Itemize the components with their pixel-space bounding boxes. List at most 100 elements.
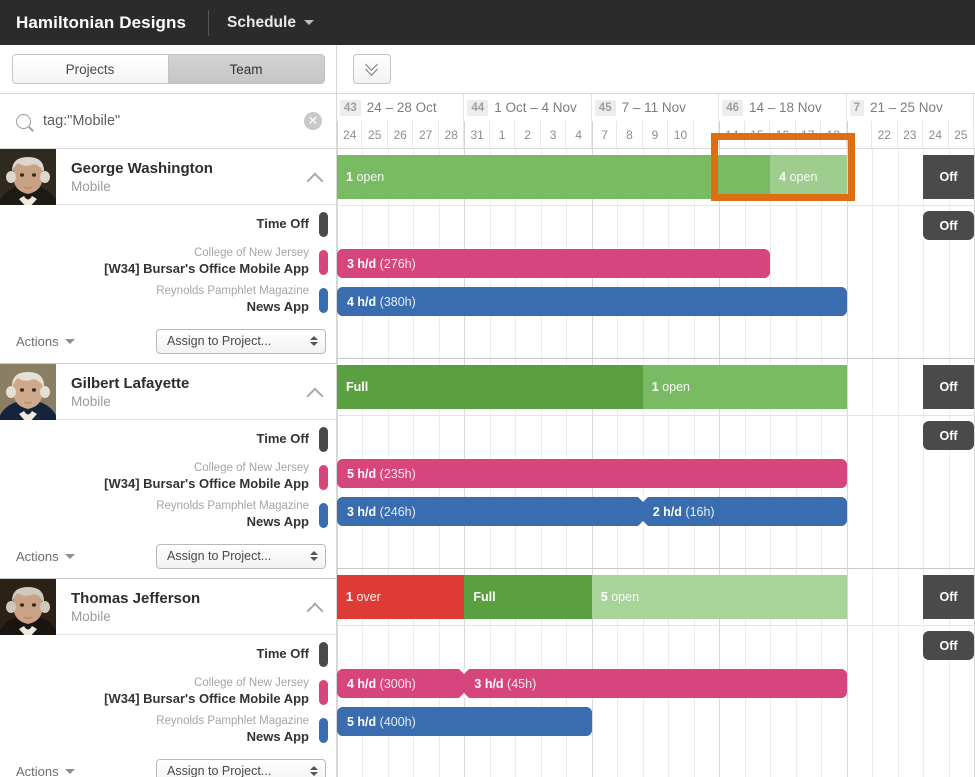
day-header-cell[interactable]: 24	[337, 121, 362, 148]
project-row[interactable]: Reynolds Pamphlet Magazine News App	[0, 711, 336, 749]
capacity-label: 4 open	[770, 170, 817, 184]
schedule-app: Hamiltonian Designs Schedule Projects Te…	[0, 0, 975, 777]
clear-icon[interactable]: ✕	[304, 112, 322, 130]
day-header-cell[interactable]: 22	[872, 121, 897, 148]
assign-to-project-select[interactable]: Assign to Project...	[156, 759, 326, 777]
day-header-cell[interactable]: 23	[898, 121, 923, 148]
time-off-chip[interactable]: Off	[923, 421, 974, 450]
chevron-up-icon[interactable]	[309, 601, 322, 614]
time-off-row[interactable]: Time Off	[0, 420, 336, 458]
person-block: Gilbert Lafayette Mobile Time OffCollege…	[0, 364, 336, 579]
search-input[interactable]	[43, 113, 304, 129]
time-off-chip[interactable]: Off	[923, 211, 974, 240]
stepper-arrows-icon	[310, 766, 318, 776]
person-role: Mobile	[71, 179, 213, 194]
segment-notch-icon	[459, 669, 469, 674]
expand-all-button[interactable]	[353, 54, 391, 84]
assignment-rate: 3 h/d	[474, 677, 503, 691]
day-header-cell[interactable]: 3	[541, 121, 566, 148]
time-off-row[interactable]: Time Off	[0, 205, 336, 243]
week-header-cell[interactable]: 43 24 – 28 Oct	[337, 94, 464, 121]
assignment-bar[interactable]: 3 h/d (276h)	[337, 249, 770, 278]
assign-to-project-select[interactable]: Assign to Project...	[156, 544, 326, 569]
person-header[interactable]: Thomas Jefferson Mobile	[0, 579, 336, 635]
day-header-cell[interactable]: 7	[592, 121, 617, 148]
time-off-chip[interactable]: Off	[923, 631, 974, 660]
capacity-off-block[interactable]: Off	[923, 365, 974, 409]
assignment-rate: 3 h/d	[347, 257, 376, 271]
week-header-cell[interactable]: 44 1 Oct – 4 Nov	[464, 94, 591, 121]
person-header[interactable]: Gilbert Lafayette Mobile	[0, 364, 336, 420]
day-header-cell[interactable]: 1	[490, 121, 515, 148]
assignment-bar[interactable]: 4 h/d (300h) 3 h/d (45h)	[337, 669, 847, 698]
assignment-segment: 3 h/d (276h)	[337, 249, 770, 278]
capacity-segment: 1 over	[337, 575, 464, 619]
day-header-cell[interactable]	[694, 121, 719, 148]
day-header-cell[interactable]: 9	[643, 121, 668, 148]
project-row[interactable]: College of New Jersey [W34] Bursar's Off…	[0, 458, 336, 496]
chevron-down-icon	[65, 769, 75, 774]
day-header-cell[interactable]: 25	[949, 121, 974, 148]
capacity-bar[interactable]: 1 over Full 5 open	[337, 575, 847, 619]
day-header-cell[interactable]: 31	[464, 121, 489, 148]
assignment-bar[interactable]: 5 h/d (235h)	[337, 459, 847, 488]
day-header-cell[interactable]: 15	[745, 121, 770, 148]
week-header-cell[interactable]: 7 21 – 25 Nov	[847, 94, 974, 121]
project-color-swatch	[319, 427, 328, 452]
assignment-total: (246h)	[380, 505, 416, 519]
assign-to-project-select[interactable]: Assign to Project...	[156, 329, 326, 354]
week-header-cell[interactable]: 45 7 – 11 Nov	[592, 94, 719, 121]
chevron-up-icon[interactable]	[309, 171, 322, 184]
tab-projects[interactable]: Projects	[13, 55, 168, 83]
chevron-up-icon[interactable]	[309, 386, 322, 399]
person-identity: Thomas Jefferson Mobile	[71, 590, 200, 624]
assignment-bar[interactable]: 4 h/d (380h)	[337, 287, 847, 316]
project-color-swatch	[319, 718, 328, 743]
actions-menu[interactable]: Actions	[16, 764, 75, 777]
assignment-rate: 4 h/d	[347, 295, 376, 309]
project-row[interactable]: Reynolds Pamphlet Magazine News App	[0, 496, 336, 534]
gridline	[872, 569, 873, 777]
assignment-rate: 2 h/d	[653, 505, 682, 519]
project-client: Reynolds Pamphlet Magazine	[156, 715, 309, 728]
day-header-cell[interactable]: 16	[770, 121, 795, 148]
search-icon	[16, 114, 31, 129]
day-header-cell[interactable]: 18	[821, 121, 846, 148]
assign-to-project-label: Assign to Project...	[167, 334, 271, 348]
assignment-segment: 4 h/d (300h)	[337, 669, 464, 698]
capacity-bar[interactable]: Full 1 open	[337, 365, 847, 409]
assignment-rate: 5 h/d	[347, 715, 376, 729]
day-header-cell[interactable]: 14	[719, 121, 744, 148]
project-row[interactable]: Reynolds Pamphlet Magazine News App	[0, 281, 336, 319]
person-header[interactable]: George Washington Mobile	[0, 149, 336, 205]
capacity-off-block[interactable]: Off	[923, 575, 974, 619]
project-color-swatch	[319, 288, 328, 313]
tab-team[interactable]: Team	[168, 55, 324, 83]
assignment-bar[interactable]: 5 h/d (400h)	[337, 707, 592, 736]
project-labels: Reynolds Pamphlet Magazine News App	[156, 715, 319, 744]
actions-menu[interactable]: Actions	[16, 334, 75, 349]
day-header-cell[interactable]: 2	[515, 121, 540, 148]
week-header-cell[interactable]: 46 14 – 18 Nov	[719, 94, 846, 121]
time-off-row[interactable]: Time Off	[0, 635, 336, 673]
assignment-bar[interactable]: 3 h/d (246h) 2 h/d (16h)	[337, 497, 847, 526]
day-header-cell[interactable]: 28	[439, 121, 464, 148]
project-row[interactable]: College of New Jersey [W34] Bursar's Off…	[0, 243, 336, 281]
project-color-swatch	[319, 465, 328, 490]
schedule-menu[interactable]: Schedule	[227, 14, 314, 32]
capacity-off-block[interactable]: Off	[923, 155, 974, 199]
day-header-cell[interactable]: 25	[362, 121, 387, 148]
brand-divider	[208, 10, 209, 36]
day-header-cell[interactable]: 24	[923, 121, 948, 148]
day-header-cell[interactable]: 10	[668, 121, 693, 148]
project-row[interactable]: College of New Jersey [W34] Bursar's Off…	[0, 673, 336, 711]
day-header-cell[interactable]: 26	[388, 121, 413, 148]
day-header-cell[interactable]: 4	[566, 121, 591, 148]
capacity-bar[interactable]: 1 open 4 open	[337, 155, 847, 199]
day-header-cell[interactable]: 27	[413, 121, 438, 148]
day-header-cell[interactable]: 8	[617, 121, 642, 148]
segment-notch-icon	[638, 497, 648, 502]
day-header-cell[interactable]	[847, 121, 872, 148]
actions-menu[interactable]: Actions	[16, 549, 75, 564]
day-header-cell[interactable]: 17	[796, 121, 821, 148]
